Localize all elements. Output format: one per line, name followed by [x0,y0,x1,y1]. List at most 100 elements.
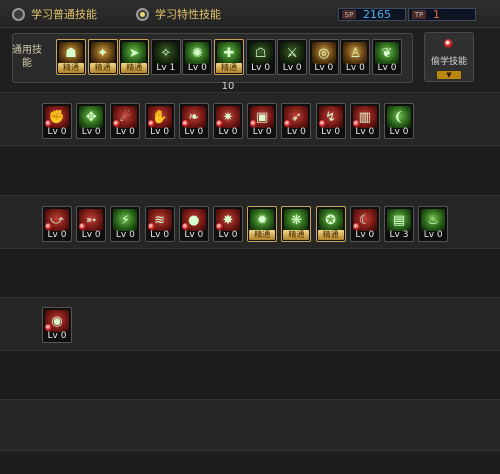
skill-slot[interactable]: ✹ 精通 [247,206,278,242]
skill-slot[interactable]: ≋ Lv 0 [144,206,175,242]
skill-slot[interactable]: ✚ 精通 [214,39,244,75]
skill-slot[interactable]: ◎ Lv 0 [308,39,339,75]
divider [0,145,500,146]
skill-slot[interactable]: ⤻ Lv 0 [42,206,72,242]
tp-value: 1 [433,8,440,21]
tab-normal-skills[interactable]: 学习普通技能 [12,6,97,22]
rise-icon: ❦ [375,42,399,64]
master-badge: 精通 [249,230,276,240]
master-badge: 精通 [216,63,242,73]
skill-slot[interactable]: ● Lv 0 [178,206,209,242]
skill-slot[interactable]: ☾ Lv 0 [349,206,380,242]
dash-icon: ➤ [122,42,147,64]
skill-slot[interactable]: ✦ 精通 [87,39,118,75]
steal-skills-label: 偷学技能 [430,57,467,67]
skill-slot[interactable]: ☖ Lv 0 [245,39,276,75]
skill-slot[interactable]: ❨ Lv 0 [384,103,414,139]
red-gem-icon [45,223,52,230]
skill-slot[interactable]: ⚡ Lv 0 [110,206,141,242]
skill-level: Lv 0 [321,127,341,137]
skill-level: Lv 0 [282,63,302,73]
empty-band [0,146,500,195]
skill-slot[interactable]: ✺ Lv 0 [182,39,213,75]
skill-level: Lv 0 [115,127,135,137]
skill-level: Lv 3 [389,230,409,240]
divider [0,195,500,196]
empty-band [0,400,500,450]
skill-slot[interactable]: ❦ Lv 0 [372,39,402,75]
empty-band [0,249,500,297]
red-gem-icon [147,223,155,230]
dropdown-arrow-icon[interactable]: ▼ [437,71,461,79]
skill-slot[interactable]: ✸ Lv 0 [213,206,243,242]
slab-icon: ▤ [387,209,411,231]
red-gem-icon [352,223,360,230]
empty-band [0,351,500,399]
red-gem-icon [216,223,223,230]
skill-slot[interactable]: ♨ Lv 0 [418,206,449,242]
skill-level: Lv 0 [286,127,306,137]
red-gem-icon [352,120,360,127]
sp-counter: SP 2165 [338,8,406,21]
common-skills-label: 通用技能 [12,45,42,69]
impact-icon: ✹ [250,209,275,231]
skill-level: Lv 0 [218,230,238,240]
skill-slot[interactable]: ➶ Lv 0 [281,103,312,139]
arc-icon: ❨ [387,106,411,128]
skill-slot[interactable]: ✷ Lv 0 [213,103,243,139]
skill-slot[interactable]: ✧ Lv 1 [150,39,181,75]
red-gem-icon [216,120,223,127]
flame-icon: ♨ [421,209,446,231]
skill-level: Lv 0 [184,127,204,137]
skill-slot[interactable]: ▣ Lv 0 [247,103,278,139]
spread-icon: ✥ [79,106,104,128]
skill-slot[interactable]: ▥ Lv 0 [349,103,380,139]
skill-slot[interactable]: ✋ Lv 0 [144,103,175,139]
red-gem-icon [45,324,52,331]
skill-level: Lv 0 [115,230,135,240]
skill-slot[interactable]: ❧ Lv 0 [178,103,209,139]
skill-level: Lv 0 [355,230,375,240]
tab-trait-skills[interactable]: 学习特性技能 [136,6,221,22]
skill-level: Lv 0 [377,63,397,73]
red-gem-icon [318,120,326,127]
tab-trait-skills-label: 学习特性技能 [155,8,221,21]
skill-level: Lv 0 [355,127,375,137]
skill-slot[interactable]: ♙ Lv 0 [340,39,371,75]
skill-slot[interactable]: ➤ 精通 [119,39,150,75]
skill-slot[interactable]: ➳ Lv 0 [76,206,107,242]
master-badge: 精通 [317,230,344,240]
divider [0,92,500,93]
skill-level: Lv 0 [47,331,67,341]
skill-level: Lv 0 [389,127,409,137]
skill-level: Lv 1 [156,63,176,73]
skill-slot[interactable]: ▤ Lv 3 [384,206,414,242]
star-burst-icon: ✺ [185,42,210,64]
skill-level: Lv 0 [314,63,334,73]
runner-icon: ☗ [59,42,83,64]
radio-unchecked-icon [12,7,25,21]
crouch-icon: ☖ [248,42,273,64]
skill-level: Lv 0 [218,127,238,137]
skill-level: Lv 0 [150,127,170,137]
skill-level: Lv 0 [251,63,271,73]
skill-slot[interactable]: ↯ Lv 0 [315,103,346,139]
skill-slot[interactable]: ✊ Lv 0 [42,103,72,139]
red-gem-icon [181,223,189,230]
cross-burst-icon: ✚ [217,42,241,64]
skill-slot[interactable]: ☄ Lv 0 [110,103,141,139]
divider [0,450,500,451]
master-badge: 精通 [283,230,310,240]
skill-slot[interactable]: ⚔ Lv 0 [277,39,308,75]
divider [0,248,500,249]
divider [0,297,500,298]
skill-slot[interactable]: ✥ Lv 0 [76,103,107,139]
skill-slot[interactable]: ☗ 精通 [56,39,86,75]
skill-slot[interactable]: ❋ 精通 [281,206,312,242]
skill-level: Lv 0 [345,63,365,73]
master-badge: 精通 [121,63,148,73]
tp-tag-icon: TP [412,10,426,19]
skill-level: Lv 0 [187,63,207,73]
skill-slot[interactable]: ✪ 精通 [315,206,346,242]
skill-slot[interactable]: ◉ Lv 0 [42,307,72,343]
